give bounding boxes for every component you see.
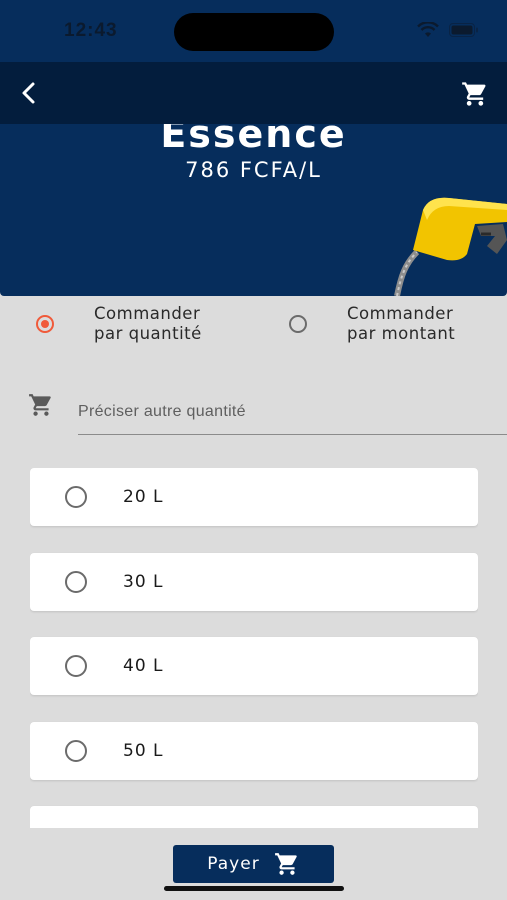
quantity-label: 50 L bbox=[123, 741, 164, 761]
quantity-option-30[interactable]: 30 L bbox=[30, 553, 478, 611]
quantity-label: 40 L bbox=[123, 656, 164, 676]
order-by-quantity-radio[interactable] bbox=[36, 315, 54, 333]
quantity-list: 20 L 30 L 40 L 50 L bbox=[30, 468, 478, 828]
cart-icon[interactable] bbox=[461, 80, 489, 108]
status-time: 12:43 bbox=[64, 20, 118, 41]
order-by-quantity-option[interactable]: Commander par quantité bbox=[36, 304, 202, 344]
battery-icon bbox=[449, 23, 478, 37]
pay-button-label: Payer bbox=[207, 854, 260, 874]
quantity-radio[interactable] bbox=[65, 571, 87, 593]
order-by-amount-label: Commander par montant bbox=[347, 304, 456, 343]
quantity-option-40[interactable]: 40 L bbox=[30, 637, 478, 695]
quantity-radio[interactable] bbox=[65, 655, 87, 677]
fuel-nozzle-icon bbox=[394, 197, 507, 296]
custom-quantity-input[interactable] bbox=[78, 390, 507, 435]
wifi-icon bbox=[417, 22, 439, 37]
home-indicator bbox=[164, 886, 344, 891]
cart-icon bbox=[29, 394, 51, 416]
quantity-option-partial[interactable] bbox=[30, 806, 478, 828]
pay-button[interactable]: Payer bbox=[173, 845, 334, 883]
dynamic-island bbox=[174, 13, 334, 51]
order-by-amount-option[interactable]: Commander par montant bbox=[289, 304, 455, 344]
order-by-amount-radio[interactable] bbox=[289, 315, 307, 333]
cart-icon bbox=[274, 853, 297, 875]
quantity-label: 30 L bbox=[123, 572, 164, 592]
custom-quantity-row bbox=[28, 390, 507, 436]
quantity-option-50[interactable]: 50 L bbox=[30, 722, 478, 780]
app-bar bbox=[0, 62, 507, 124]
quantity-radio[interactable] bbox=[65, 486, 87, 508]
back-chevron-icon[interactable] bbox=[14, 78, 44, 108]
order-by-quantity-label: Commander par quantité bbox=[94, 304, 202, 343]
status-bar: 12:43 bbox=[0, 0, 507, 62]
quantity-option-20[interactable]: 20 L bbox=[30, 468, 478, 526]
quantity-radio[interactable] bbox=[65, 740, 87, 762]
status-icons bbox=[417, 22, 479, 38]
quantity-label: 20 L bbox=[123, 487, 164, 507]
product-price: 786 FCFA/L bbox=[185, 158, 322, 182]
